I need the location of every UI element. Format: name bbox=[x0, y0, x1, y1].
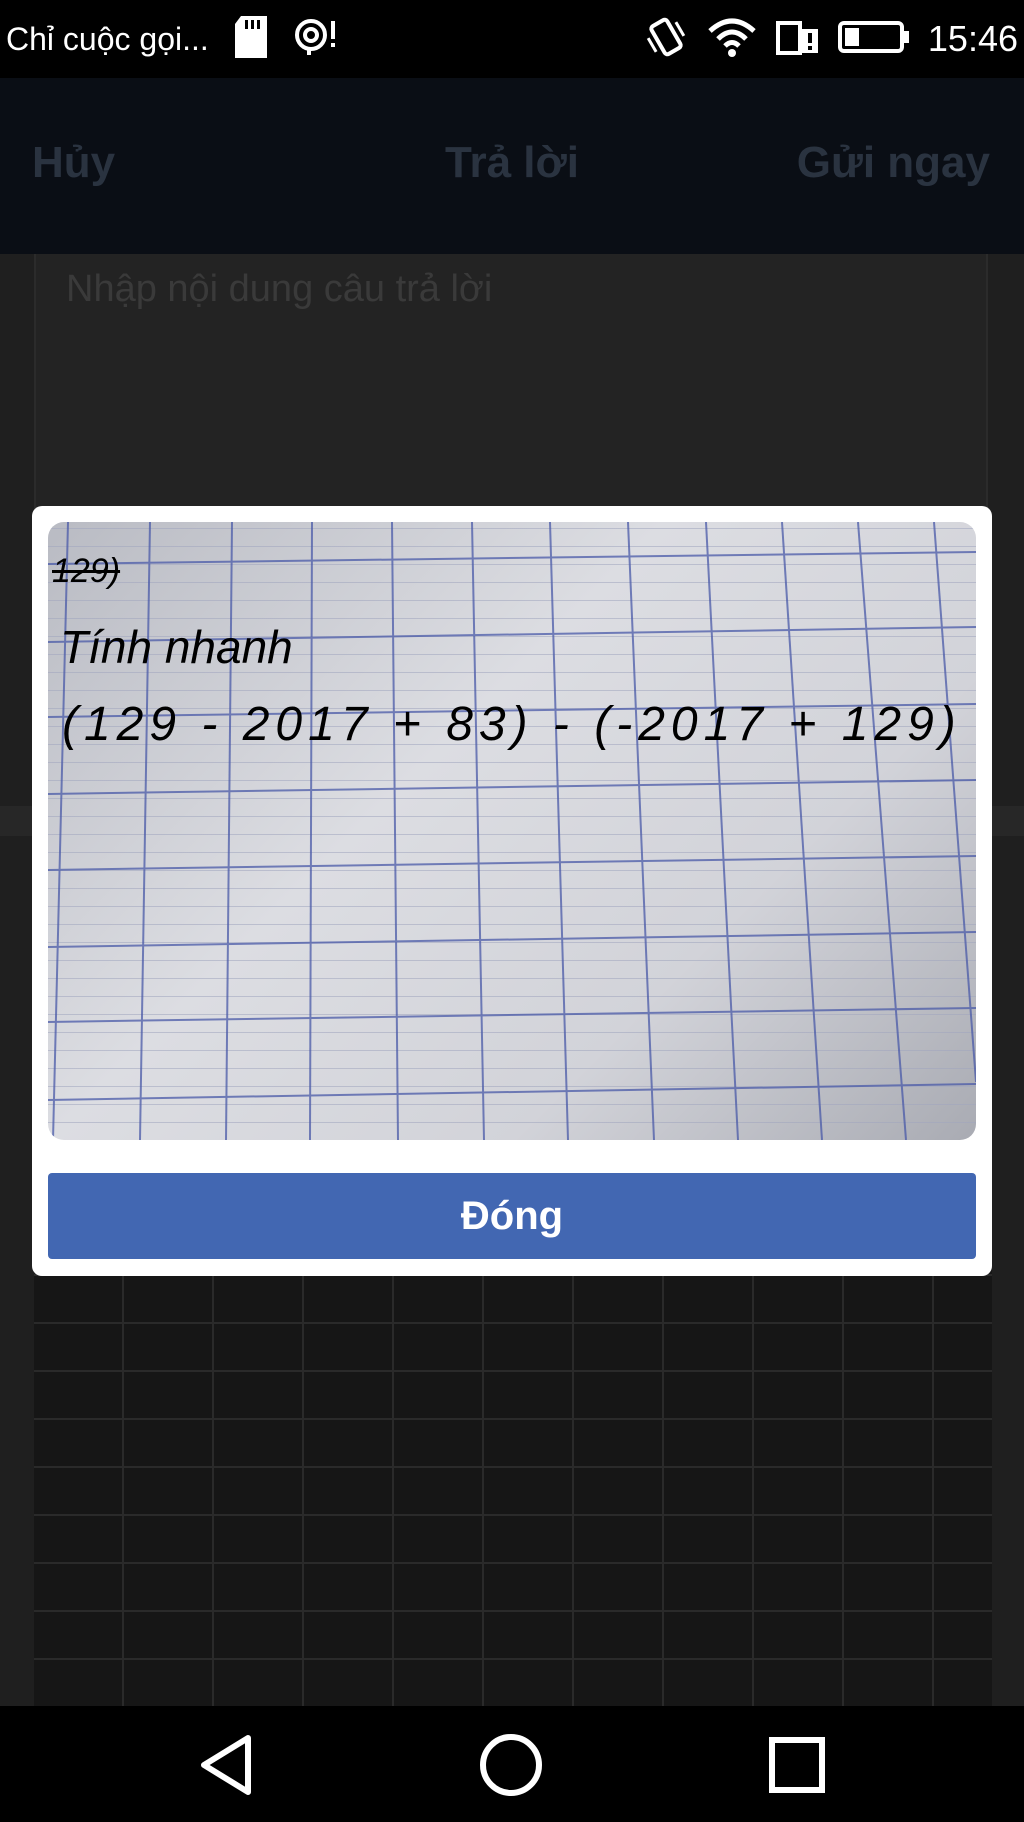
handwritten-title: Tính nhanh bbox=[60, 621, 293, 673]
close-button[interactable]: Đóng bbox=[48, 1173, 976, 1259]
back-icon[interactable] bbox=[192, 1730, 262, 1800]
navigation-bar bbox=[0, 1706, 1024, 1822]
handwritten-expression: (129 - 2017 + 83) - (-2017 + 129) bbox=[62, 698, 962, 751]
crossed-out-text: 129) bbox=[52, 552, 121, 590]
recents-icon[interactable] bbox=[762, 1730, 832, 1800]
handwritten-photo: 129) Tính nhanh (129 - 2017 + 83) - (-20… bbox=[48, 522, 976, 1140]
home-icon[interactable] bbox=[476, 1730, 546, 1800]
image-preview-dialog: 129) Tính nhanh (129 - 2017 + 83) - (-20… bbox=[32, 506, 992, 1276]
notebook-grid bbox=[48, 522, 976, 1140]
modal-overlay: 129) Tính nhanh (129 - 2017 + 83) - (-20… bbox=[0, 0, 1024, 1706]
